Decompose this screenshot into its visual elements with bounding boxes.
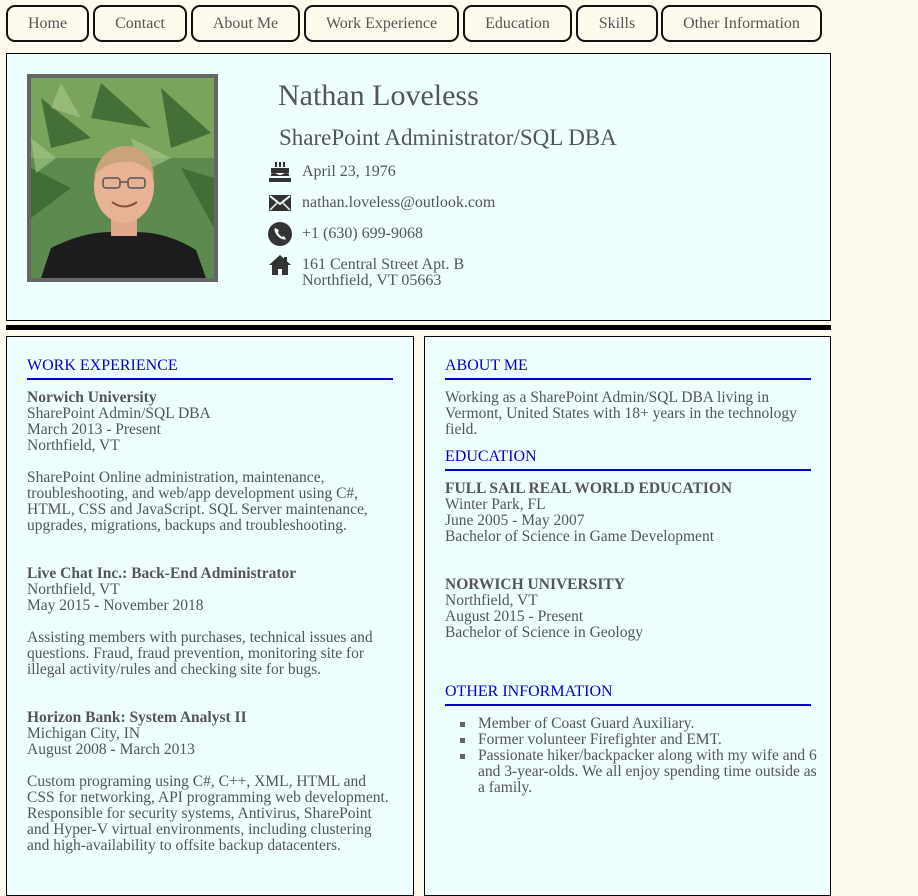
school-dates: June 2005 - May 2007 (445, 512, 585, 529)
phone-icon (267, 222, 293, 246)
nav-work-experience-button[interactable]: Work Experience (304, 5, 459, 42)
address-text: 161 Central Street Apt. B Northfield, VT… (302, 257, 464, 289)
profile-title: SharePoint Administrator/SQL DBA (279, 125, 617, 150)
phone-row: +1 (630) 699-9068 (267, 222, 423, 246)
school-location: Winter Park, FL (445, 496, 546, 513)
birthday-cake-icon (267, 160, 293, 184)
birthday-text: April 23, 1976 (302, 163, 396, 180)
address-line2: Northfield, VT 05663 (302, 272, 442, 289)
job-employer: Norwich University (27, 389, 157, 406)
job-employer: Horizon Bank: System Analyst II (27, 709, 247, 726)
profile-photo (27, 74, 218, 282)
job-location: Northfield, VT (27, 437, 120, 454)
other-information-heading: OTHER INFORMATION (445, 683, 811, 706)
nav-contact-button[interactable]: Contact (93, 5, 187, 42)
bullet-square-icon (460, 754, 465, 759)
list-item-text: Former volunteer Firefighter and EMT. (478, 731, 722, 748)
profile-name: Nathan Loveless (278, 79, 479, 112)
work-experience-heading: WORK EXPERIENCE (27, 357, 393, 380)
job-norwich: Norwich University SharePoint Admin/SQL … (27, 390, 397, 534)
list-item-text: Member of Coast Guard Auxiliary. (478, 715, 695, 732)
right-panel: ABOUT ME Working as a SharePoint Admin/S… (424, 336, 831, 896)
job-employer: Live Chat Inc.: Back-End Administrator (27, 565, 297, 582)
birthday-row: April 23, 1976 (267, 160, 396, 184)
list-item: Former volunteer Firefighter and EMT. (460, 732, 820, 748)
other-information-list: Member of Coast Guard Auxiliary. Former … (460, 716, 820, 796)
email-row: nathan.loveless@outlook.com (267, 191, 495, 215)
work-experience-panel: WORK EXPERIENCE Norwich University Share… (6, 336, 414, 896)
about-me-text: Working as a SharePoint Admin/SQL DBA li… (445, 389, 797, 438)
list-item-text: Passionate hiker/backpacker along with m… (478, 747, 817, 796)
nav-about-me-button[interactable]: About Me (191, 5, 300, 42)
school-degree: Bachelor of Science in Game Development (445, 528, 714, 545)
bullet-square-icon (460, 738, 465, 743)
nav-skills-button[interactable]: Skills (576, 5, 658, 42)
job-horizon-bank: Horizon Bank: System Analyst II Michigan… (27, 710, 397, 854)
job-location: Northfield, VT (27, 581, 120, 598)
profile-panel: Nathan Loveless SharePoint Administrator… (6, 53, 831, 321)
phone-text[interactable]: +1 (630) 699-9068 (302, 226, 423, 242)
job-description: Custom programing using C#, C++, XML, HT… (27, 773, 389, 854)
school-dates: August 2015 - Present (445, 608, 584, 625)
job-description: Assisting members with purchases, techni… (27, 629, 373, 678)
nav-home-button[interactable]: Home (6, 5, 89, 42)
job-live-chat: Live Chat Inc.: Back-End Administrator N… (27, 566, 397, 678)
envelope-icon (267, 191, 293, 215)
nav-other-information-button[interactable]: Other Information (661, 5, 822, 42)
job-dates: August 2008 - March 2013 (27, 741, 195, 758)
address-row: 161 Central Street Apt. B Northfield, VT… (267, 253, 464, 289)
list-item: Passionate hiker/backpacker along with m… (460, 748, 820, 796)
education-heading: EDUCATION (445, 448, 811, 471)
about-me-heading: ABOUT ME (445, 357, 811, 380)
school-name: FULL SAIL REAL WORLD EDUCATION (445, 480, 733, 497)
school-full-sail: FULL SAIL REAL WORLD EDUCATION Winter Pa… (445, 481, 815, 545)
school-norwich: NORWICH UNIVERSITY Northfield, VT August… (445, 577, 815, 641)
school-name: NORWICH UNIVERSITY (445, 576, 625, 593)
school-degree: Bachelor of Science in Geology (445, 624, 643, 641)
profile-photo-image (31, 78, 214, 278)
address-line1: 161 Central Street Apt. B (302, 256, 465, 273)
job-location: Michigan City, IN (27, 725, 141, 742)
job-role: SharePoint Admin/SQL DBA (27, 405, 211, 422)
section-divider (6, 325, 831, 330)
list-item: Member of Coast Guard Auxiliary. (460, 716, 820, 732)
email-text[interactable]: nathan.loveless@outlook.com (302, 195, 495, 211)
job-description: SharePoint Online administration, mainte… (27, 469, 368, 534)
school-location: Northfield, VT (445, 592, 538, 609)
home-icon (267, 253, 293, 277)
bullet-square-icon (460, 722, 465, 727)
job-dates: March 2013 - Present (27, 421, 161, 438)
job-dates: May 2015 - November 2018 (27, 597, 204, 614)
nav-education-button[interactable]: Education (463, 5, 572, 42)
